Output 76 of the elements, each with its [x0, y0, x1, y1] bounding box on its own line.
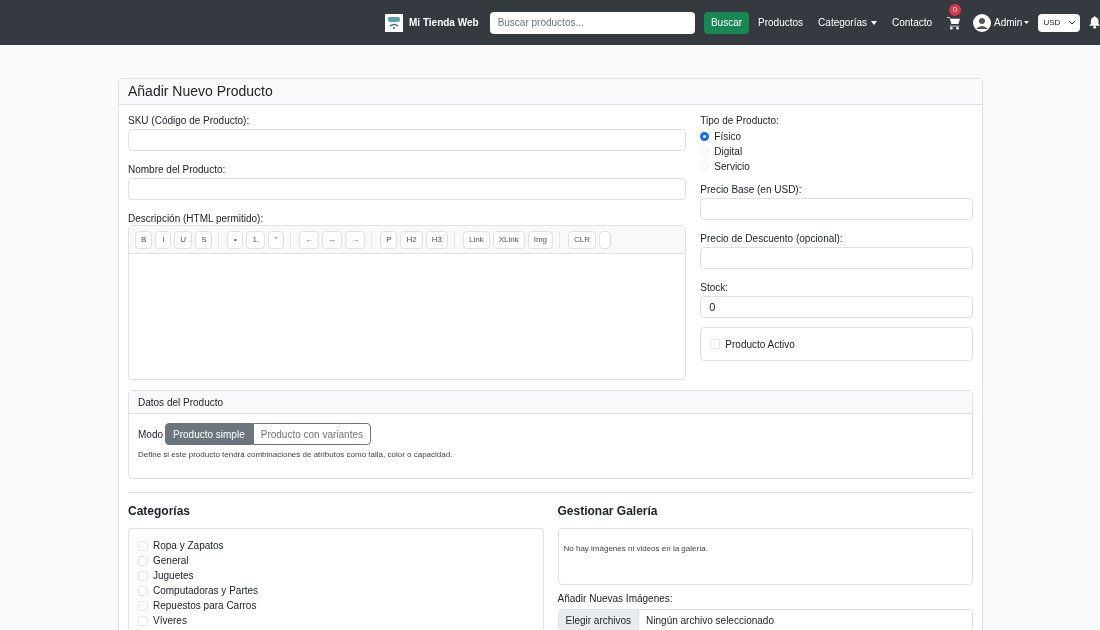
radio-label: Digital: [714, 145, 743, 159]
checkbox[interactable]: [138, 615, 148, 626]
currency-select[interactable]: USD: [1038, 13, 1080, 32]
panel-title: Datos del Producto: [138, 395, 224, 410]
text-field[interactable]: [128, 129, 687, 151]
help-text: Define si este producto tendrá combinaciones de atributos como talla, color o capacidad.: [138, 449, 454, 461]
cart-icon[interactable]: [947, 15, 962, 30]
caret-icon: [871, 20, 877, 25]
checkbox[interactable]: [138, 540, 148, 551]
cart-badge: 0: [949, 3, 962, 16]
field-label: Precio Base (en USD):: [700, 184, 803, 196]
text-field[interactable]: [128, 178, 687, 200]
checkbox[interactable]: [138, 600, 148, 611]
nav-link[interactable]: Productos: [758, 15, 804, 30]
toolbar-button[interactable]: S: [195, 230, 213, 249]
bell-icon[interactable]: [1088, 16, 1100, 29]
store-logo-icon: [385, 13, 403, 32]
toolbar-button[interactable]: Link: [462, 230, 490, 249]
checkbox-label: Producto Activo: [725, 337, 795, 352]
toolbar-button[interactable]: XLink: [492, 230, 525, 249]
category-label: Computadoras y Partes: [153, 584, 259, 598]
brand-name[interactable]: Mi Tienda Web: [409, 15, 479, 30]
chevron-icon: [1068, 20, 1075, 25]
toolbar-button[interactable]: H2: [400, 230, 423, 249]
caret-icon: [1024, 21, 1030, 24]
radio-label: Físico: [714, 130, 741, 144]
card-title: Añadir Nuevo Producto: [128, 82, 273, 101]
toolbar-button[interactable]: ←: [299, 230, 320, 249]
mode-toggle[interactable]: Producto simple: [165, 423, 253, 445]
toolbar-button[interactable]: Img: [527, 230, 553, 249]
toolbar-button[interactable]: P: [380, 230, 398, 249]
search-field[interactable]: Buscar productos...: [489, 11, 695, 34]
mode-toggle[interactable]: Producto con variantes: [252, 423, 371, 445]
checkbox[interactable]: [138, 585, 148, 596]
radio-label: Servicio: [714, 160, 750, 174]
toolbar-button[interactable]: ↔: [322, 230, 343, 249]
category-label: General: [153, 554, 189, 568]
empty-message: No hay imágenes ni videos en la galería.: [563, 544, 709, 553]
field-label: Nombre del Producto:: [128, 164, 227, 176]
text-field[interactable]: [700, 198, 973, 220]
checkbox[interactable]: [710, 339, 721, 349]
field-label: Precio de Descuento (opcional):: [700, 233, 844, 245]
toolbar-button[interactable]: U: [174, 230, 193, 249]
toolbar-button[interactable]: 1.: [246, 230, 266, 249]
toolbar-button[interactable]: →: [345, 230, 366, 249]
checkbox[interactable]: [138, 555, 148, 566]
field-label: Descripción (HTML permitido):: [128, 213, 265, 225]
field-label: SKU (Código de Producto):: [128, 115, 251, 127]
text-field[interactable]: [700, 247, 973, 269]
toolbar-button[interactable]: B: [135, 230, 153, 249]
toolbar-button[interactable]: •: [227, 230, 244, 249]
toolbar-button[interactable]: H3: [425, 230, 448, 249]
avatar-icon[interactable]: [973, 13, 992, 32]
checkbox[interactable]: [138, 570, 148, 581]
toolbar-button[interactable]: [599, 230, 611, 249]
section-title: Categorías: [128, 503, 192, 520]
field-label: Stock:: [700, 282, 730, 294]
field-label: Tipo de Producto:: [700, 115, 780, 127]
nav-link[interactable]: Categorías: [818, 15, 877, 30]
category-label: Repuestos para Carros: [153, 599, 257, 613]
file-input[interactable]: Elegir archivos Ningún archivo seleccionado: [557, 609, 973, 630]
nav-link[interactable]: Contacto: [892, 15, 933, 30]
section-title: Gestionar Galería: [557, 503, 659, 520]
category-label: Juguetes: [153, 569, 194, 583]
category-label: Ropa y Zapatos: [153, 539, 224, 553]
search-button[interactable]: Buscar: [703, 11, 750, 34]
rich-text-editor[interactable]: B I U S • 1. " ← ↔ → P H2 H3 Link XLink Img CLR: [128, 225, 687, 380]
mode-label: Modo: [138, 427, 163, 442]
field-label: Añadir Nuevas Imágenes:: [557, 593, 674, 605]
toolbar-button[interactable]: CLR: [568, 230, 596, 249]
toolbar-button[interactable]: I: [155, 230, 172, 249]
toolbar-button[interactable]: ": [268, 230, 285, 249]
user-menu[interactable]: Admin: [994, 15, 1030, 30]
category-label: Víveres: [153, 614, 187, 628]
radio-button[interactable]: [700, 132, 710, 141]
text-field[interactable]: 0: [700, 296, 973, 318]
